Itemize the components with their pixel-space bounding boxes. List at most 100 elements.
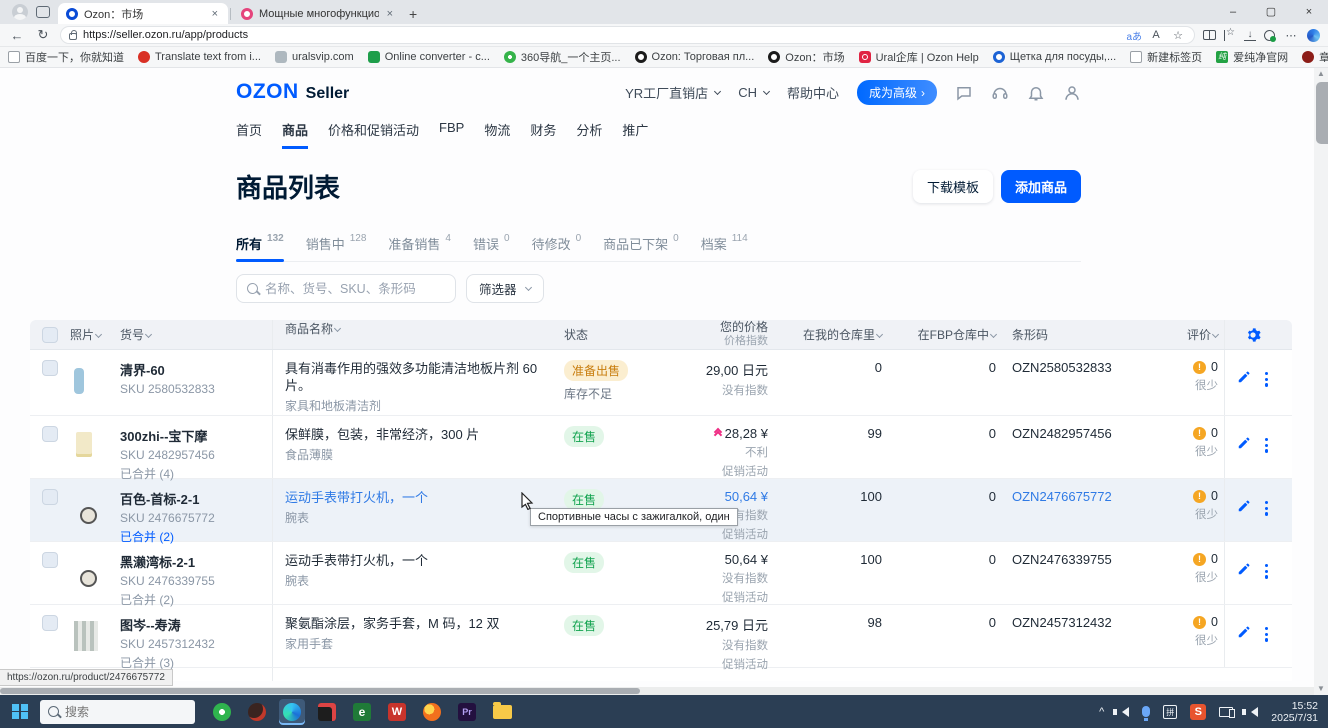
- browser-tab-active[interactable]: Ozon：市场 ×: [58, 3, 228, 24]
- bookmark[interactable]: Ozon: Торговая пл...: [635, 51, 755, 63]
- settings-more-icon[interactable]: ⋯: [1283, 29, 1299, 42]
- edit-pencil-icon[interactable]: [1237, 562, 1251, 579]
- table-settings-gear-icon[interactable]: [1224, 320, 1280, 349]
- bookmark[interactable]: 新建标签页: [1130, 49, 1202, 65]
- nav-home[interactable]: 首页: [236, 120, 262, 149]
- chat-icon[interactable]: [955, 84, 973, 102]
- filter-archive[interactable]: 档案114: [701, 234, 748, 253]
- row-checkbox[interactable]: [42, 489, 58, 505]
- downloads-icon[interactable]: ↓: [1244, 30, 1256, 41]
- article-code[interactable]: 图岑--寿涛: [120, 615, 272, 634]
- row-menu-icon[interactable]: [1265, 501, 1268, 516]
- scroll-up-arrow[interactable]: ▲: [1314, 68, 1328, 80]
- row-menu-icon[interactable]: [1265, 372, 1268, 387]
- download-template-button[interactable]: 下载模板: [913, 170, 993, 203]
- table-row[interactable]: 黑濑湾标-2-1 SKU 2476339755 已合并 (2) 运动手表带打火机…: [30, 542, 1292, 605]
- article-code[interactable]: 黑濑湾标-2-1: [120, 552, 272, 571]
- horizontal-scrollbar-thumb[interactable]: [0, 688, 640, 694]
- col-article[interactable]: 货号: [120, 326, 272, 343]
- split-screen-icon[interactable]: [1203, 30, 1216, 40]
- app-icon-photoshop[interactable]: [314, 699, 340, 725]
- col-rating[interactable]: 评价: [1128, 326, 1224, 343]
- nav-analytics[interactable]: 分析: [576, 120, 602, 149]
- product-name-link[interactable]: 保鲜膜，包装，非常经济，300 片: [285, 426, 564, 443]
- filters-button[interactable]: 筛选器: [466, 274, 544, 303]
- language-selector[interactable]: CH: [738, 85, 769, 100]
- app-icon-edge-active[interactable]: [279, 699, 305, 725]
- nav-finance[interactable]: 财务: [530, 120, 556, 149]
- app-icon-folder[interactable]: [489, 699, 515, 725]
- filter-ready[interactable]: 准备销售4: [388, 234, 451, 253]
- browser-profile-icon[interactable]: [12, 4, 28, 20]
- product-name-link[interactable]: 运动手表带打火机，一个: [285, 552, 564, 569]
- tab-close-icon[interactable]: ×: [385, 8, 395, 20]
- back-button[interactable]: ←: [8, 28, 26, 43]
- table-row[interactable]: 图岑--寿涛 SKU 2457312432 已合并 (3) 聚氨酯涂层，家务手套…: [30, 605, 1292, 668]
- product-name-link[interactable]: 聚氨酯涂层，家务手套，M 码，12 双: [285, 615, 564, 632]
- article-code[interactable]: 百色-首标-2-1: [120, 489, 272, 508]
- microphone-icon[interactable]: [1142, 706, 1150, 717]
- product-search-input-wrap[interactable]: [236, 274, 456, 303]
- scroll-down-arrow[interactable]: ▼: [1314, 683, 1328, 695]
- profile-icon[interactable]: [1063, 84, 1081, 102]
- translate-icon[interactable]: aあ: [1126, 28, 1142, 43]
- edit-pencil-icon[interactable]: [1237, 436, 1251, 453]
- address-bar[interactable]: https://seller.ozon.ru/app/products aあ A…: [60, 26, 1195, 44]
- row-checkbox[interactable]: [42, 552, 58, 568]
- col-photo[interactable]: 照片: [70, 326, 120, 343]
- vertical-scrollbar-thumb[interactable]: [1316, 82, 1328, 144]
- bookmark[interactable]: 纯爱纯净官网: [1216, 49, 1288, 65]
- nav-fbp[interactable]: FBP: [439, 120, 464, 149]
- col-stock[interactable]: 在我的仓库里: [774, 326, 888, 343]
- nav-pricing[interactable]: 价格和促销活动: [328, 120, 419, 149]
- filter-to-fix[interactable]: 待修改0: [532, 234, 582, 253]
- app-icon-e-green[interactable]: e: [349, 699, 375, 725]
- nav-promotion[interactable]: 推广: [622, 120, 648, 149]
- tray-expand-icon[interactable]: ^: [1099, 706, 1104, 718]
- window-maximize-button[interactable]: ▢: [1252, 0, 1290, 24]
- sogou-icon[interactable]: S: [1190, 704, 1206, 720]
- add-product-button[interactable]: 添加商品: [1001, 170, 1081, 203]
- col-name[interactable]: 商品名称: [272, 320, 564, 349]
- product-name-link[interactable]: 具有消毒作用的强效多功能清洁地板片剂 60 片。: [285, 360, 564, 394]
- app-icon-dark[interactable]: [244, 699, 270, 725]
- vertical-scrollbar[interactable]: ▲ ▼: [1314, 68, 1328, 695]
- tab-search-icon[interactable]: [36, 6, 50, 18]
- table-row[interactable]: 300zhi--宝下摩 SKU 2482957456 已合并 (4) 保鲜膜，包…: [30, 416, 1292, 479]
- bell-icon[interactable]: [1027, 84, 1045, 102]
- filter-selling[interactable]: 销售中128: [306, 234, 367, 253]
- nav-logistics[interactable]: 物流: [484, 120, 510, 149]
- barcode-link[interactable]: OZN2476675772: [1000, 479, 1128, 504]
- nav-products[interactable]: 商品: [282, 120, 308, 149]
- app-icon-premiere[interactable]: Pr: [454, 699, 480, 725]
- help-center-link[interactable]: 帮助中心: [787, 83, 839, 102]
- devices-icon[interactable]: [1219, 707, 1233, 717]
- edit-pencil-icon[interactable]: [1237, 499, 1251, 516]
- row-checkbox[interactable]: [42, 360, 58, 376]
- article-code[interactable]: 300zhi--宝下摩: [120, 426, 272, 445]
- bookmark[interactable]: uralsvip.com: [275, 51, 354, 63]
- tab-close-icon[interactable]: ×: [210, 8, 220, 20]
- new-tab-button[interactable]: +: [409, 6, 417, 22]
- app-icon-browser-green[interactable]: [209, 699, 235, 725]
- extension-shield-icon[interactable]: [1264, 30, 1275, 41]
- taskbar-search[interactable]: [40, 700, 195, 724]
- edit-pencil-icon[interactable]: [1237, 370, 1251, 387]
- search-input[interactable]: [265, 282, 445, 296]
- browser-tab-inactive[interactable]: Мощные многофункциональнь ×: [233, 3, 403, 24]
- article-code[interactable]: 清界-60: [120, 360, 272, 379]
- select-all-checkbox[interactable]: [42, 327, 58, 343]
- filter-unlisted[interactable]: 商品已下架0: [603, 234, 679, 253]
- app-icon-firefox[interactable]: [419, 699, 445, 725]
- bookmark[interactable]: 百度一下，你就知道: [8, 49, 124, 65]
- row-menu-icon[interactable]: [1265, 564, 1268, 579]
- copilot-icon[interactable]: [1307, 29, 1320, 42]
- bookmark[interactable]: Щетка для посуды,...: [993, 51, 1116, 63]
- read-aloud-icon[interactable]: A: [1148, 29, 1164, 41]
- bookmark[interactable]: Ural企库 | Ozon Help: [859, 49, 979, 65]
- col-fbp[interactable]: 在FBP仓库中: [888, 326, 1000, 343]
- ime-icon[interactable]: 拼: [1163, 705, 1177, 719]
- bookmark[interactable]: 章鱼AI: [1302, 49, 1328, 65]
- filter-errors[interactable]: 错误0: [473, 234, 510, 253]
- favorites-bar-icon[interactable]: [1224, 30, 1236, 41]
